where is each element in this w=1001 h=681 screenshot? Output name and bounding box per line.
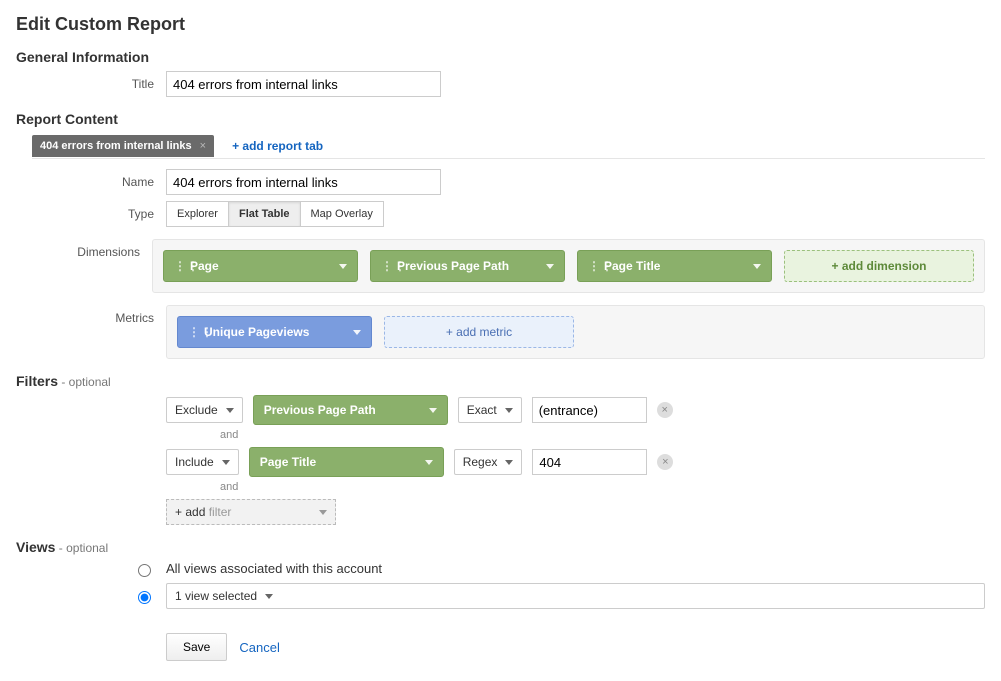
filter-value-input[interactable] <box>532 397 647 423</box>
label-dimensions: Dimensions <box>16 239 152 259</box>
section-views: Views - optional <box>16 539 985 555</box>
name-input[interactable] <box>166 169 441 195</box>
dimension-page-title[interactable]: ⋮⋮ Page Title <box>577 250 772 282</box>
metric-label: Unique Pageviews <box>204 325 309 339</box>
optional-label: - optional <box>55 541 108 555</box>
grip-icon: ⋮⋮ <box>188 325 196 339</box>
title-input[interactable] <box>166 71 441 97</box>
type-explorer[interactable]: Explorer <box>166 201 229 227</box>
filter-mode-select[interactable]: Exclude <box>166 397 243 423</box>
add-dimension-button[interactable]: + add dimension <box>784 250 974 282</box>
chevron-down-icon <box>429 408 437 413</box>
chevron-down-icon <box>319 510 327 515</box>
chevron-down-icon <box>265 594 273 599</box>
chevron-down-icon <box>353 330 361 335</box>
views-selected-dropdown[interactable]: 1 view selected <box>166 583 985 609</box>
optional-label: - optional <box>58 375 111 389</box>
type-map-overlay[interactable]: Map Overlay <box>301 201 384 227</box>
page-title: Edit Custom Report <box>16 14 985 35</box>
add-filter-button[interactable]: + add filter <box>166 499 336 525</box>
type-flat-table[interactable]: Flat Table <box>229 201 301 227</box>
grip-icon: ⋮⋮ <box>381 259 389 273</box>
close-icon[interactable]: × <box>200 140 206 152</box>
dimension-label: Previous Page Path <box>397 259 509 273</box>
filter-join-and: and <box>220 481 985 493</box>
label-title: Title <box>16 71 166 91</box>
metrics-panel: ⋮⋮ Unique Pageviews + add metric <box>166 305 985 359</box>
chevron-down-icon <box>339 264 347 269</box>
label-name: Name <box>16 169 166 189</box>
chevron-down-icon <box>425 460 433 465</box>
filter-field-select[interactable]: Page Title <box>249 447 444 477</box>
label-type: Type <box>16 201 166 221</box>
filter-value-input[interactable] <box>532 449 647 475</box>
save-button[interactable]: Save <box>166 633 227 661</box>
dimensions-panel: ⋮⋮ Page ⋮⋮ Previous Page Path ⋮⋮ Page Ti… <box>152 239 985 293</box>
filter-match-select[interactable]: Exact <box>458 397 522 423</box>
report-tab[interactable]: 404 errors from internal links × <box>32 135 214 157</box>
section-general: General Information <box>16 49 985 65</box>
add-report-tab[interactable]: + add report tab <box>232 139 323 153</box>
chevron-down-icon <box>505 460 513 465</box>
dimension-previous-page-path[interactable]: ⋮⋮ Previous Page Path <box>370 250 565 282</box>
delete-filter-icon[interactable]: × <box>657 402 673 418</box>
views-selected-radio[interactable] <box>138 591 151 604</box>
grip-icon: ⋮⋮ <box>174 259 182 273</box>
section-filters: Filters - optional <box>16 373 985 389</box>
section-content: Report Content <box>16 111 985 127</box>
chevron-down-icon <box>222 460 230 465</box>
views-all-radio[interactable] <box>138 564 151 577</box>
label-metrics: Metrics <box>16 305 166 325</box>
report-tab-label: 404 errors from internal links <box>40 140 192 152</box>
cancel-link[interactable]: Cancel <box>239 640 279 655</box>
filter-match-select[interactable]: Regex <box>454 449 523 475</box>
chevron-down-icon <box>226 408 234 413</box>
filter-mode-select[interactable]: Include <box>166 449 239 475</box>
dimension-page[interactable]: ⋮⋮ Page <box>163 250 358 282</box>
chevron-down-icon <box>753 264 761 269</box>
filter-join-and: and <box>220 429 985 441</box>
views-all-label: All views associated with this account <box>166 561 382 576</box>
chevron-down-icon <box>546 264 554 269</box>
add-metric-button[interactable]: + add metric <box>384 316 574 348</box>
delete-filter-icon[interactable]: × <box>657 454 673 470</box>
grip-icon: ⋮⋮ <box>588 259 596 273</box>
metric-unique-pageviews[interactable]: ⋮⋮ Unique Pageviews <box>177 316 372 348</box>
chevron-down-icon <box>505 408 513 413</box>
filter-field-select[interactable]: Previous Page Path <box>253 395 448 425</box>
